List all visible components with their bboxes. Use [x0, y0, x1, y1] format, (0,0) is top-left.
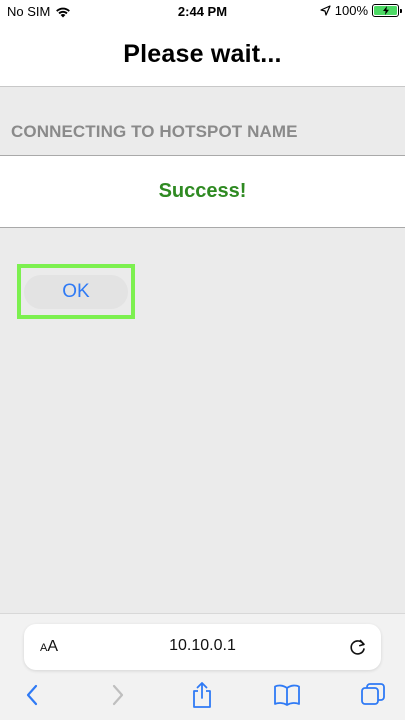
page-header: Please wait... — [0, 22, 405, 87]
address-bar[interactable]: AA 10.10.0.1 — [24, 624, 381, 670]
forward-button[interactable] — [103, 680, 133, 710]
tabs-icon — [361, 683, 385, 705]
back-button[interactable] — [17, 680, 47, 710]
charging-bolt-icon — [382, 6, 389, 15]
browser-bottom-bar: AA 10.10.0.1 — [0, 613, 405, 720]
status-bar: No SIM 2:44 PM 100% — [0, 0, 405, 22]
battery-percent: 100% — [334, 3, 368, 18]
share-button[interactable] — [187, 680, 217, 710]
reload-icon[interactable] — [347, 636, 369, 658]
section-label: CONNECTING TO HOTSPOT NAME — [11, 122, 298, 141]
location-arrow-icon — [320, 5, 331, 16]
browser-toolbar — [0, 680, 405, 714]
forward-icon — [112, 684, 124, 706]
battery-fill — [374, 6, 397, 15]
page-title: Please wait... — [123, 39, 282, 68]
success-message: Success! — [158, 180, 247, 202]
bookmarks-icon — [274, 684, 300, 706]
tabs-button[interactable] — [358, 680, 388, 710]
result-box: Success! — [0, 155, 405, 228]
url-text[interactable]: 10.10.0.1 — [24, 637, 381, 655]
status-right: 100% — [320, 3, 402, 18]
battery-icon — [372, 4, 402, 17]
back-icon — [26, 684, 38, 706]
ok-button[interactable]: OK — [24, 274, 128, 309]
ok-button-highlight: OK — [17, 264, 135, 319]
bookmarks-button[interactable] — [272, 680, 302, 710]
share-icon — [193, 682, 211, 708]
